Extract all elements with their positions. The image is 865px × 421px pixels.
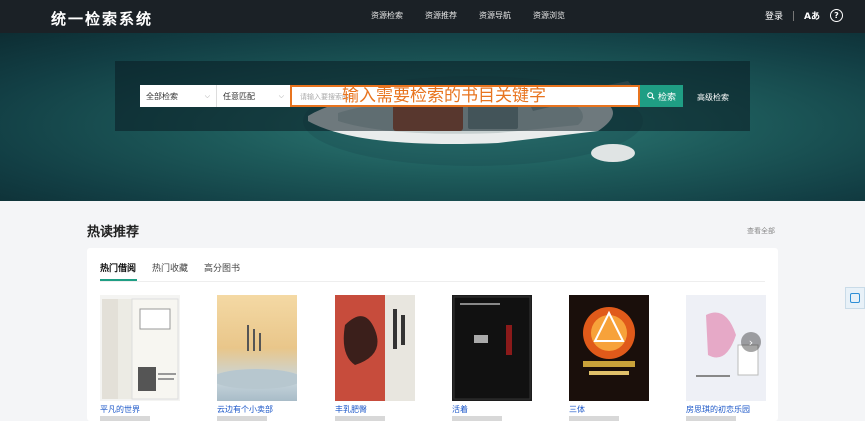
tab-divider — [100, 281, 765, 282]
search-scope-value: 全部检索 — [146, 91, 178, 101]
help-icon[interactable]: ? — [830, 9, 843, 22]
book-meta — [335, 416, 385, 421]
tab-hot-favorite[interactable]: 热门收藏 — [152, 261, 188, 274]
chevron-down-icon: ⌵ — [204, 91, 210, 100]
user-actions: 登录 Aあ ? — [765, 9, 843, 22]
book-cover-image — [452, 295, 532, 401]
view-all-link[interactable]: 查看全部 — [747, 226, 775, 236]
section-title: 热读推荐 — [87, 225, 140, 240]
search-panel: 全部检索 ⌵ 任意匹配 ⌵ 请输入要搜索的 输入需要检索的书目关键字 检索 高级… — [115, 61, 750, 131]
hero-banner: 全部检索 ⌵ 任意匹配 ⌵ 请输入要搜索的 输入需要检索的书目关键字 检索 高级… — [0, 33, 865, 201]
book-cover-image — [100, 295, 180, 401]
book-meta — [569, 416, 619, 421]
tab-bar: 热门借阅 热门收藏 高分图书 — [100, 261, 240, 274]
top-nav-bar: 统一检索系统 资源检索 资源推荐 资源导航 资源浏览 登录 Aあ ? — [0, 0, 865, 33]
book-title[interactable]: 丰乳肥臀 — [335, 404, 367, 415]
nav-item-resource-navigation[interactable]: 资源导航 — [479, 10, 511, 21]
book-meta — [217, 416, 267, 421]
next-arrow-icon[interactable]: › — [741, 332, 761, 352]
annotation-text: 输入需要检索的书目关键字 — [342, 86, 546, 106]
book-cover-image — [569, 295, 649, 401]
match-mode-select[interactable]: 任意匹配 ⌵ — [216, 85, 290, 107]
book-meta — [452, 416, 502, 421]
login-link[interactable]: 登录 — [765, 9, 783, 22]
recommend-card: 热门借阅 热门收藏 高分图书 平凡的世界 云边有个小卖部 丰乳肥臀 活着 三体 … — [87, 248, 778, 421]
match-mode-value: 任意匹配 — [223, 91, 255, 101]
main-nav: 资源检索 资源推荐 资源导航 资源浏览 — [371, 10, 565, 21]
search-icon — [647, 92, 655, 100]
search-input[interactable]: 请输入要搜索的 输入需要检索的书目关键字 — [290, 85, 640, 107]
book-title[interactable]: 房思琪的初恋乐园 — [686, 404, 750, 415]
book-meta — [100, 416, 150, 421]
feedback-widget-icon[interactable] — [845, 287, 865, 309]
app-title[interactable]: 统一检索系统 — [51, 8, 153, 29]
tab-hot-borrow[interactable]: 热门借阅 — [100, 261, 136, 274]
book-cover-image — [217, 295, 297, 401]
book-title[interactable]: 云边有个小卖部 — [217, 404, 273, 415]
nav-item-resource-recommend[interactable]: 资源推荐 — [425, 10, 457, 21]
book-meta — [686, 416, 736, 421]
tab-high-rated[interactable]: 高分图书 — [204, 261, 240, 274]
translate-icon[interactable]: Aあ — [804, 9, 820, 22]
nav-item-resource-browse[interactable]: 资源浏览 — [533, 10, 565, 21]
nav-item-resource-search[interactable]: 资源检索 — [371, 10, 403, 21]
search-scope-select[interactable]: 全部检索 ⌵ — [140, 85, 216, 107]
divider — [793, 10, 795, 21]
book-title[interactable]: 平凡的世界 — [100, 404, 140, 415]
book-cover-image — [335, 295, 415, 401]
search-button-label: 检索 — [657, 92, 676, 103]
book-title[interactable]: 三体 — [569, 404, 585, 415]
search-button[interactable]: 检索 — [640, 85, 683, 107]
book-title[interactable]: 活着 — [452, 404, 468, 415]
chevron-down-icon: ⌵ — [278, 91, 284, 100]
chat-icon — [850, 293, 860, 303]
advanced-search-link[interactable]: 高级检索 — [697, 92, 729, 103]
